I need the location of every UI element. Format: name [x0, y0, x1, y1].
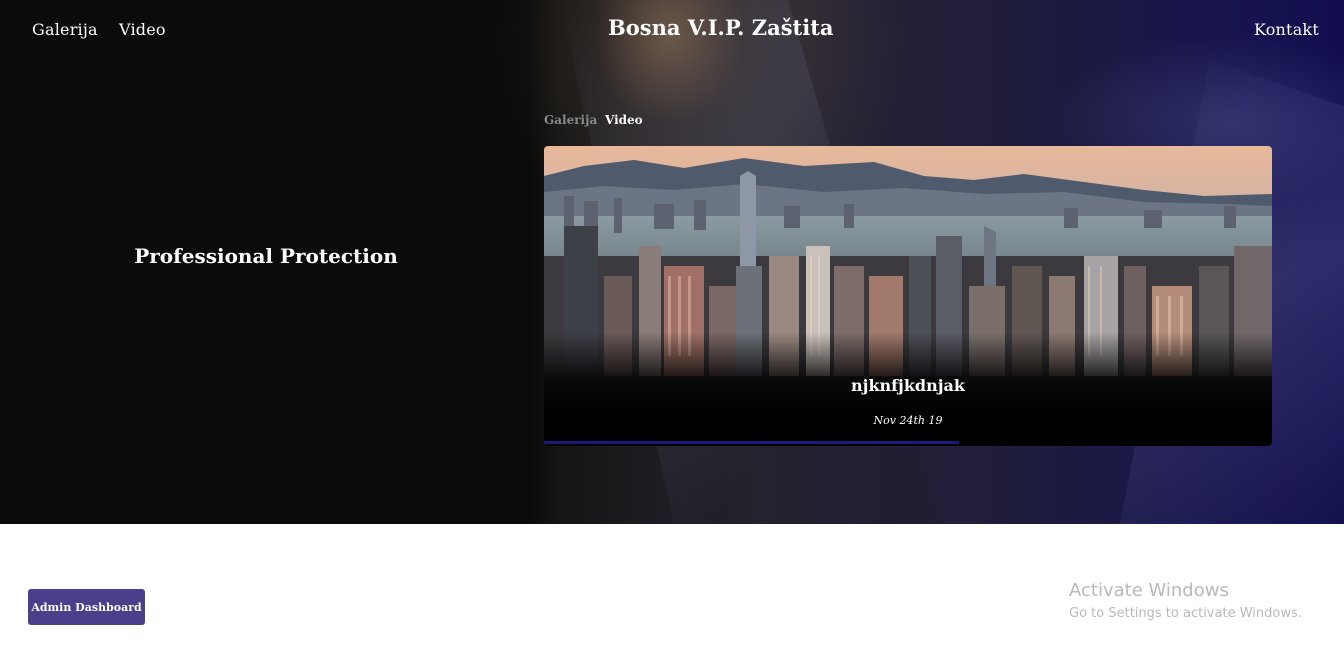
video-card-title: njknfjkdnjak: [851, 376, 965, 395]
nav-link-video[interactable]: Video: [119, 20, 166, 39]
tab-galerija[interactable]: Galerija: [544, 113, 597, 127]
hero-tagline: Professional Protection: [134, 244, 398, 268]
admin-dashboard-button[interactable]: Admin Dashboard: [28, 589, 145, 625]
video-card[interactable]: njknfjkdnjak Nov 24th 19: [544, 146, 1272, 446]
activate-windows-title: Activate Windows: [1069, 580, 1229, 601]
site-brand[interactable]: Bosna V.I.P. Zaštita: [608, 15, 834, 40]
hero-banner: Galerija Video Bosna V.I.P. Zaštita Kont…: [0, 0, 1344, 524]
tab-video[interactable]: Video: [605, 113, 643, 127]
nav-link-galerija[interactable]: Galerija: [32, 20, 98, 39]
video-card-date: Nov 24th 19: [873, 414, 943, 427]
card-overlay: [544, 146, 1272, 446]
activate-windows-subtitle: Go to Settings to activate Windows.: [1069, 606, 1302, 621]
nav-link-kontakt[interactable]: Kontakt: [1254, 20, 1319, 39]
video-progress-bar: [544, 441, 959, 444]
